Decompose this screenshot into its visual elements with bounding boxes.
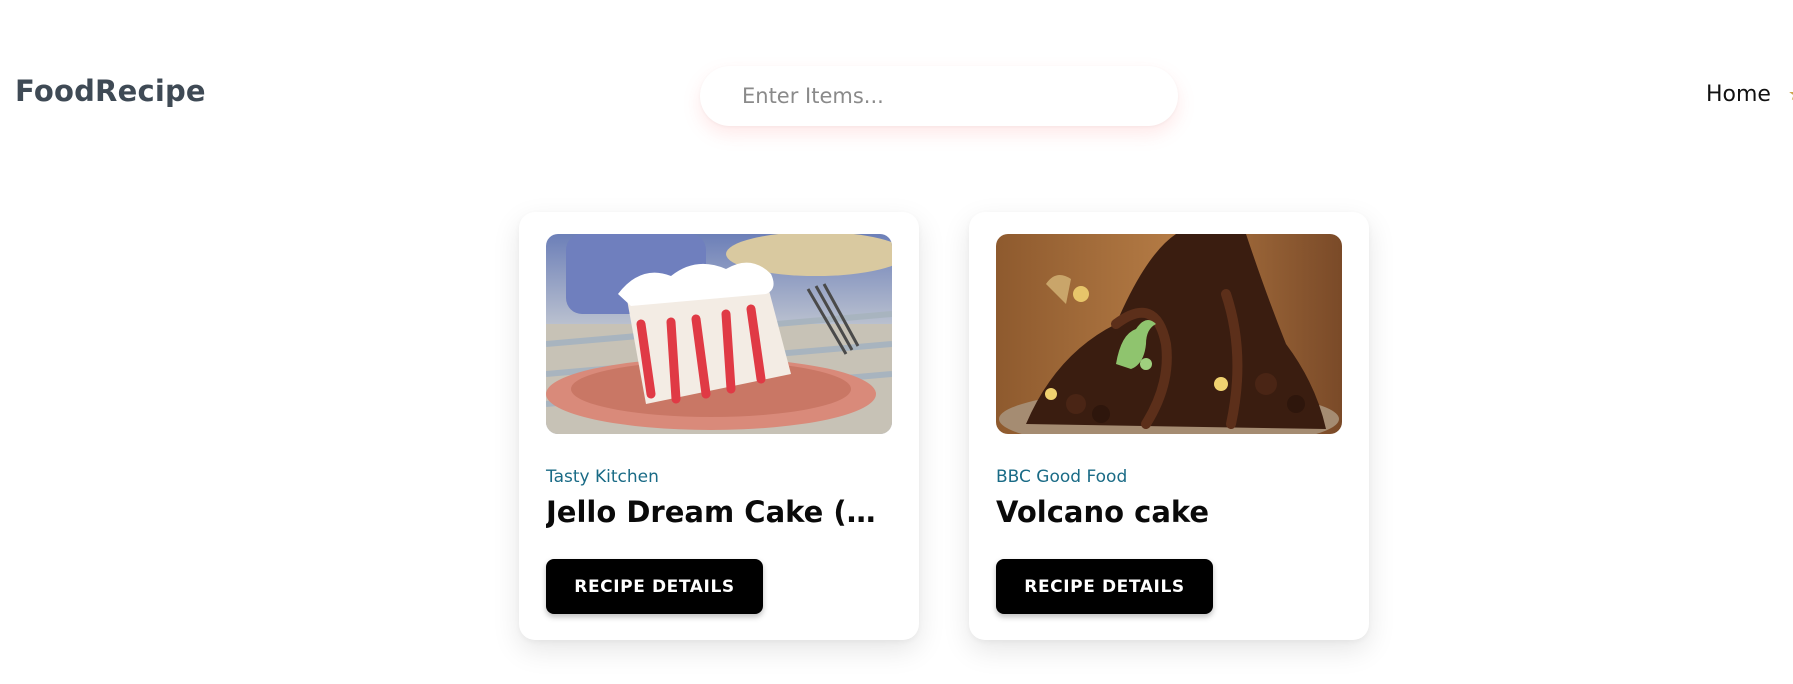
search-bar (700, 66, 1178, 126)
recipe-image[interactable] (996, 234, 1342, 434)
recipe-details-button[interactable]: RECIPE DETAILS (996, 559, 1213, 614)
recipe-title: Volcano cake (996, 495, 1210, 529)
recipe-title: Jello Dream Cake (Poke Cake) (546, 495, 896, 529)
search-input[interactable] (740, 83, 1144, 109)
nav-link-home[interactable]: Home (1706, 82, 1771, 107)
star-icon: ★ (1788, 84, 1793, 105)
recipe-card: Tasty Kitchen Jello Dream Cake (Poke Cak… (519, 212, 919, 640)
recipe-card: BBC Good Food Volcano cake RECIPE DETAIL… (969, 212, 1369, 640)
recipe-publisher: Tasty Kitchen (546, 467, 659, 487)
recipe-details-button[interactable]: RECIPE DETAILS (546, 559, 763, 614)
recipe-image[interactable] (546, 234, 892, 434)
site-logo[interactable]: FoodRecipe (15, 74, 206, 108)
recipe-publisher: BBC Good Food (996, 467, 1128, 487)
